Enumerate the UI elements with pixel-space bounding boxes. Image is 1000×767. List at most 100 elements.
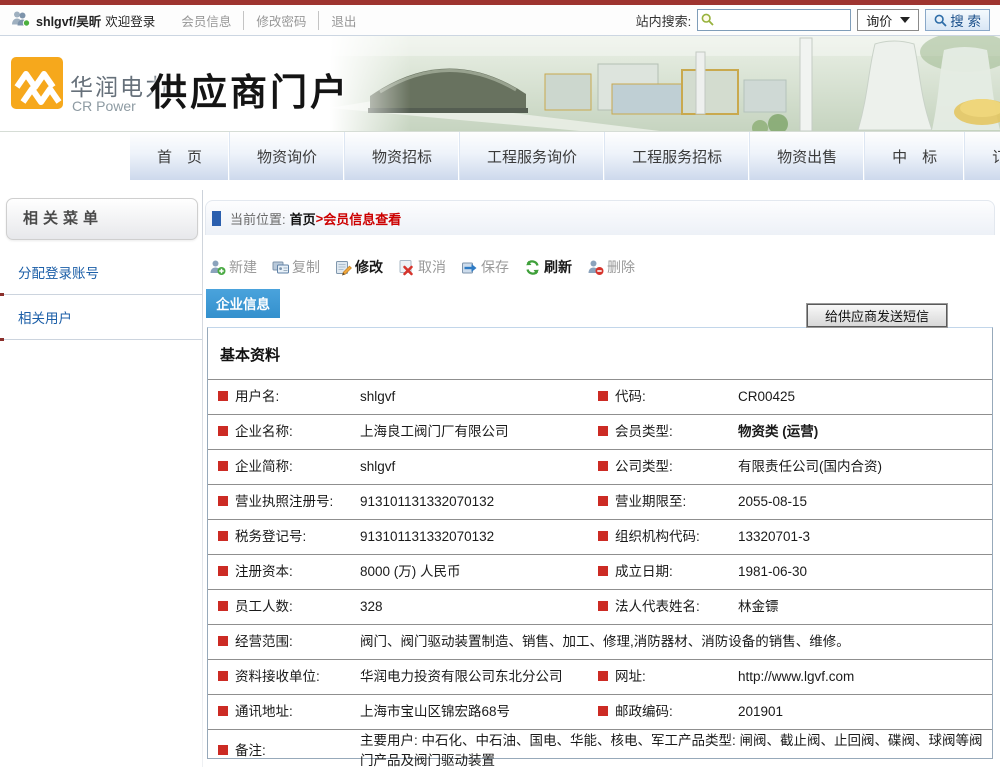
field-label: 用户名: [218,387,360,407]
site-search-label: 站内搜索: [636,11,692,30]
field-value: 主要用户: 中石化、中石油、国电、华能、核电、军工产品类型: 闸阀、截止阀、止回… [360,731,984,767]
bullet-icon [598,671,608,681]
bullet-icon [218,496,228,506]
field-value: 阀门、阀门驱动装置制造、销售、加工、修理,消防器材、消防设备的销售、维修。 [360,632,984,652]
field-value: 上海良工阀门厂有限公司 [360,422,598,442]
edit-icon [335,259,352,276]
bullet-icon [218,566,228,576]
nav-material-bidding[interactable]: 物资招标 [344,132,459,180]
save-icon [461,259,478,276]
nav-service-bidding[interactable]: 工程服务招标 [604,132,749,180]
toolbar-button-delete[interactable]: 删除 [587,257,635,277]
toolbar-button-modify[interactable]: 修改 [335,257,383,277]
field-label: 网址: [598,667,738,687]
nav-awarded[interactable]: 中 标 [864,132,964,180]
member-info-link[interactable]: 会员信息 [169,11,243,30]
bullet-icon [218,745,228,755]
refresh-icon [524,259,541,276]
bullet-icon [598,601,608,611]
bullet-icon [598,426,608,436]
sidebar-item-assign-accounts[interactable]: 分配登录账号 [0,250,202,294]
site-search-input[interactable] [697,9,851,31]
sidebar-title: 相关菜单 [6,198,198,240]
field-label: 营业执照注册号: [218,492,360,512]
chevron-down-icon [900,17,910,23]
field-value: shlgvf [360,387,598,407]
field-label: 会员类型: [598,422,738,442]
search-button[interactable]: 搜 索 [925,9,990,31]
logo-text-en: CR Power [72,98,136,114]
bullet-icon [218,636,228,646]
field-label: 备注: [218,741,360,761]
section-title: 基本资料 [220,344,992,365]
search-magnifier-icon [701,13,714,26]
field-label: 组织机构代码: [598,527,738,547]
bullet-icon [218,531,228,541]
toolbar-button-new[interactable]: 新建 [209,257,257,277]
company-info-panel: 基本资料 用户名:shlgvf代码:CR00425企业名称:上海良工阀门厂有限公… [207,327,993,759]
toolbar-label: 保存 [481,257,509,277]
field-label: 代码: [598,387,738,407]
field-label: 公司类型: [598,457,738,477]
bullet-icon [598,531,608,541]
bullet-icon [218,391,228,401]
logged-in-user: shlgvf/吴昕 [36,11,101,30]
nav-material-inquiry[interactable]: 物资询价 [229,132,344,180]
table-row: 用户名:shlgvf代码:CR00425 [208,379,992,414]
field-value: 物资类 (运营) [738,422,984,442]
toolbar-button-save[interactable]: 保存 [461,257,509,277]
sidebar-separator [0,339,202,340]
field-label: 注册资本: [218,562,360,582]
send-sms-button[interactable]: 给供应商发送短信 [807,304,947,327]
search-button-label: 搜 索 [950,10,981,30]
table-row: 通讯地址:上海市宝山区锦宏路68号邮政编码:201901 [208,694,992,729]
field-value: 林金镖 [738,597,984,617]
field-label: 企业名称: [218,422,360,442]
toolbar-button-copy[interactable]: 复制 [272,257,320,277]
copy-icon [272,259,289,276]
breadcrumb: 当前位置: 首页 > 会员信息查看 [205,200,995,235]
breadcrumb-home-link[interactable]: 首页 [290,209,316,228]
bullet-icon [218,601,228,611]
top-bar: shlgvf/吴昕 欢迎登录 会员信息 修改密码 退出 站内搜索: 询价 搜 索 [0,5,1000,36]
delete-user-icon [587,259,604,276]
toolbar-button-cancel[interactable]: 取消 [398,257,446,277]
toolbar-label: 新建 [229,257,257,277]
toolbar-label: 复制 [292,257,320,277]
logout-link[interactable]: 退出 [318,11,368,30]
users-icon [10,10,30,30]
field-label: 企业简称: [218,457,360,477]
field-value: 13320701-3 [738,527,984,547]
field-value: shlgvf [360,457,598,477]
nav-material-sale[interactable]: 物资出售 [749,132,864,180]
table-row: 企业简称:shlgvf公司类型:有限责任公司(国内合资) [208,449,992,484]
field-value: 913101131332070132 [360,527,598,547]
toolbar-label: 删除 [607,257,635,277]
toolbar-label: 刷新 [544,257,572,277]
search-category-dropdown[interactable]: 询价 [857,9,919,31]
tab-company-info[interactable]: 企业信息 [206,289,280,318]
field-value: 328 [360,597,598,617]
nav-home[interactable]: 首 页 [130,132,229,180]
nav-orders-contracts[interactable]: 订单/合同 [964,132,1000,180]
bullet-icon [218,461,228,471]
portal-title: 供应商门户 [150,62,350,116]
bullet-icon [598,461,608,471]
field-value: 1981-06-30 [738,562,984,582]
change-password-link[interactable]: 修改密码 [243,11,318,30]
info-table: 用户名:shlgvf代码:CR00425企业名称:上海良工阀门厂有限公司会员类型… [208,379,992,767]
field-label: 资料接收单位: [218,667,360,687]
table-row: 企业名称:上海良工阀门厂有限公司会员类型:物资类 (运营) [208,414,992,449]
toolbar: 新建 复制 修改 [205,257,995,277]
sidebar-item-related-users[interactable]: 相关用户 [0,295,202,339]
field-value: 上海市宝山区锦宏路68号 [360,702,598,722]
field-value: 有限责任公司(国内合资) [738,457,984,477]
bullet-icon [598,391,608,401]
bullet-icon [598,496,608,506]
bullet-icon [598,566,608,576]
toolbar-button-refresh[interactable]: 刷新 [524,257,572,277]
nav-service-inquiry[interactable]: 工程服务询价 [459,132,604,180]
sidebar: 相关菜单 分配登录账号 相关用户 [0,180,202,340]
field-value: http://www.lgvf.com [738,667,984,687]
field-label: 员工人数: [218,597,360,617]
